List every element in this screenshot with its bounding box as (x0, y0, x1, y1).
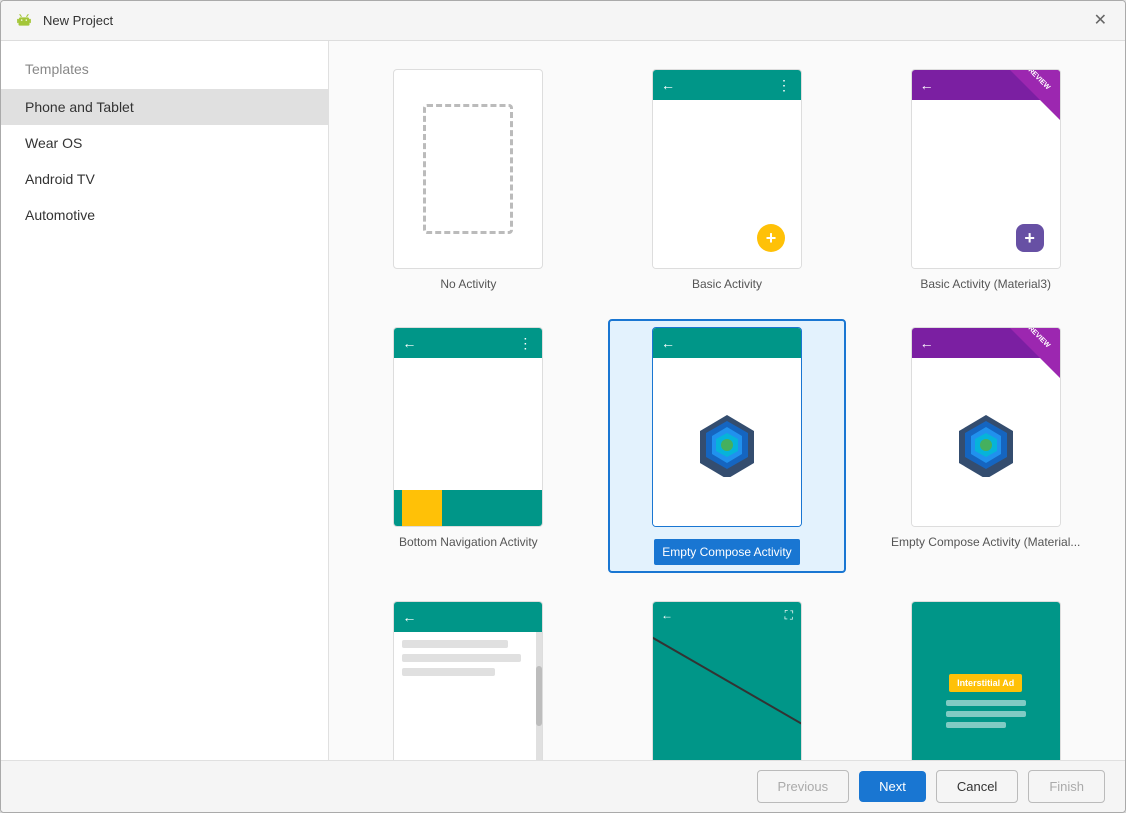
main-content: Templates Phone and Tablet Wear OS Andro… (1, 41, 1125, 760)
bottom-nav-bar (394, 490, 542, 526)
android-icon (13, 10, 35, 32)
template-name-basic-material3: Basic Activity (Material3) (920, 277, 1051, 291)
template-empty-compose[interactable]: ← (608, 319, 847, 573)
template-preview-scrollable: ← (393, 601, 543, 760)
fullscreen-expand-icon: ⛶ (785, 608, 793, 623)
template-name-empty-compose-material: Empty Compose Activity (Material... (891, 535, 1080, 549)
template-no-activity[interactable]: No Activity (349, 61, 588, 299)
preview-badge: PREVIEW (1010, 70, 1060, 120)
toolbar-back-icon: ← (661, 77, 675, 93)
scrollable-body (394, 632, 542, 760)
interstitial-ad-label: Interstitial Ad (949, 674, 1022, 692)
template-preview-empty-compose: ← (652, 327, 802, 527)
toolbar-back-sc: ← (402, 609, 416, 625)
template-name-basic-activity: Basic Activity (692, 277, 762, 291)
new-project-window: New Project ✕ Templates Phone and Tablet… (0, 0, 1126, 813)
window-title: New Project (43, 13, 113, 28)
template-empty-compose-material[interactable]: ← (866, 319, 1105, 573)
template-preview-basic-material3: ← ⋮ + PREVIEW (911, 69, 1061, 269)
toolbar-back-bn: ← (402, 335, 416, 351)
template-preview-no-activity (393, 69, 543, 269)
android-logo-container (653, 358, 801, 526)
template-fullscreen[interactable]: ← ⛶ Fullscreen Activity (608, 593, 847, 760)
sidebar: Templates Phone and Tablet Wear OS Andro… (1, 41, 329, 760)
toolbar-back-ecm: ← (920, 335, 934, 351)
template-preview-fullscreen: ← ⛶ (652, 601, 802, 760)
android-logo-container-m (912, 358, 1060, 526)
templates-grid: No Activity ← ⋮ + (349, 61, 1105, 760)
next-button[interactable]: Next (859, 771, 926, 802)
toolbar-menu-icon: ⋮ (777, 77, 793, 94)
sidebar-header: Templates (1, 41, 328, 89)
template-preview-bottom-nav: ← ⋮ (393, 327, 543, 527)
scrollbar (536, 632, 542, 760)
bottom-bar: Previous Next Cancel Finish (1, 760, 1125, 812)
title-bar: New Project ✕ (1, 1, 1125, 41)
template-preview-empty-compose-material: ← (911, 327, 1061, 527)
fab-icon: + (757, 224, 785, 252)
sidebar-item-android-tv[interactable]: Android TV (1, 161, 328, 197)
template-bottom-nav[interactable]: ← ⋮ Bottom Navigation Activity (349, 319, 588, 573)
templates-content-area: No Activity ← ⋮ + (329, 41, 1125, 760)
compose-logo (692, 407, 762, 477)
scrollbar-thumb (536, 666, 542, 726)
toolbar-menu-bn: ⋮ (518, 335, 534, 352)
compose-logo-m (951, 407, 1021, 477)
template-interstitial[interactable]: Interstitial Ad Interstitial Ad Activity (866, 593, 1105, 760)
cancel-button[interactable]: Cancel (936, 770, 1018, 803)
title-bar-left: New Project (13, 10, 113, 32)
sidebar-item-wear-os[interactable]: Wear OS (1, 125, 328, 161)
template-name-empty-compose: Empty Compose Activity (662, 545, 791, 559)
template-name-no-activity: No Activity (440, 277, 496, 291)
preview-badge-ecm: PREVIEW (1010, 328, 1060, 378)
fab-m3-icon: + (1016, 224, 1044, 252)
template-preview-interstitial: Interstitial Ad (911, 601, 1061, 760)
toolbar-back-ec: ← (661, 335, 675, 351)
preview-badge-text-ecm: PREVIEW (1024, 327, 1052, 349)
finish-button[interactable]: Finish (1028, 770, 1105, 803)
dashed-rectangle (423, 104, 513, 234)
preview-badge-text: PREVIEW (1024, 69, 1052, 91)
template-name-bottom-nav: Bottom Navigation Activity (399, 535, 538, 549)
template-preview-basic-activity: ← ⋮ + (652, 69, 802, 269)
template-basic-material3[interactable]: ← ⋮ + PREVIEW Basic Activity (Material3) (866, 61, 1105, 299)
template-scrollable[interactable]: ← (349, 593, 588, 760)
template-basic-activity[interactable]: ← ⋮ + Basic Activity (608, 61, 847, 299)
sidebar-item-phone-tablet[interactable]: Phone and Tablet (1, 89, 328, 125)
toolbar-back-icon-m3: ← (920, 77, 934, 93)
previous-button[interactable]: Previous (757, 770, 850, 803)
close-button[interactable]: ✕ (1088, 9, 1113, 33)
sidebar-item-automotive[interactable]: Automotive (1, 197, 328, 233)
fullscreen-back-icon: ← (661, 608, 673, 622)
